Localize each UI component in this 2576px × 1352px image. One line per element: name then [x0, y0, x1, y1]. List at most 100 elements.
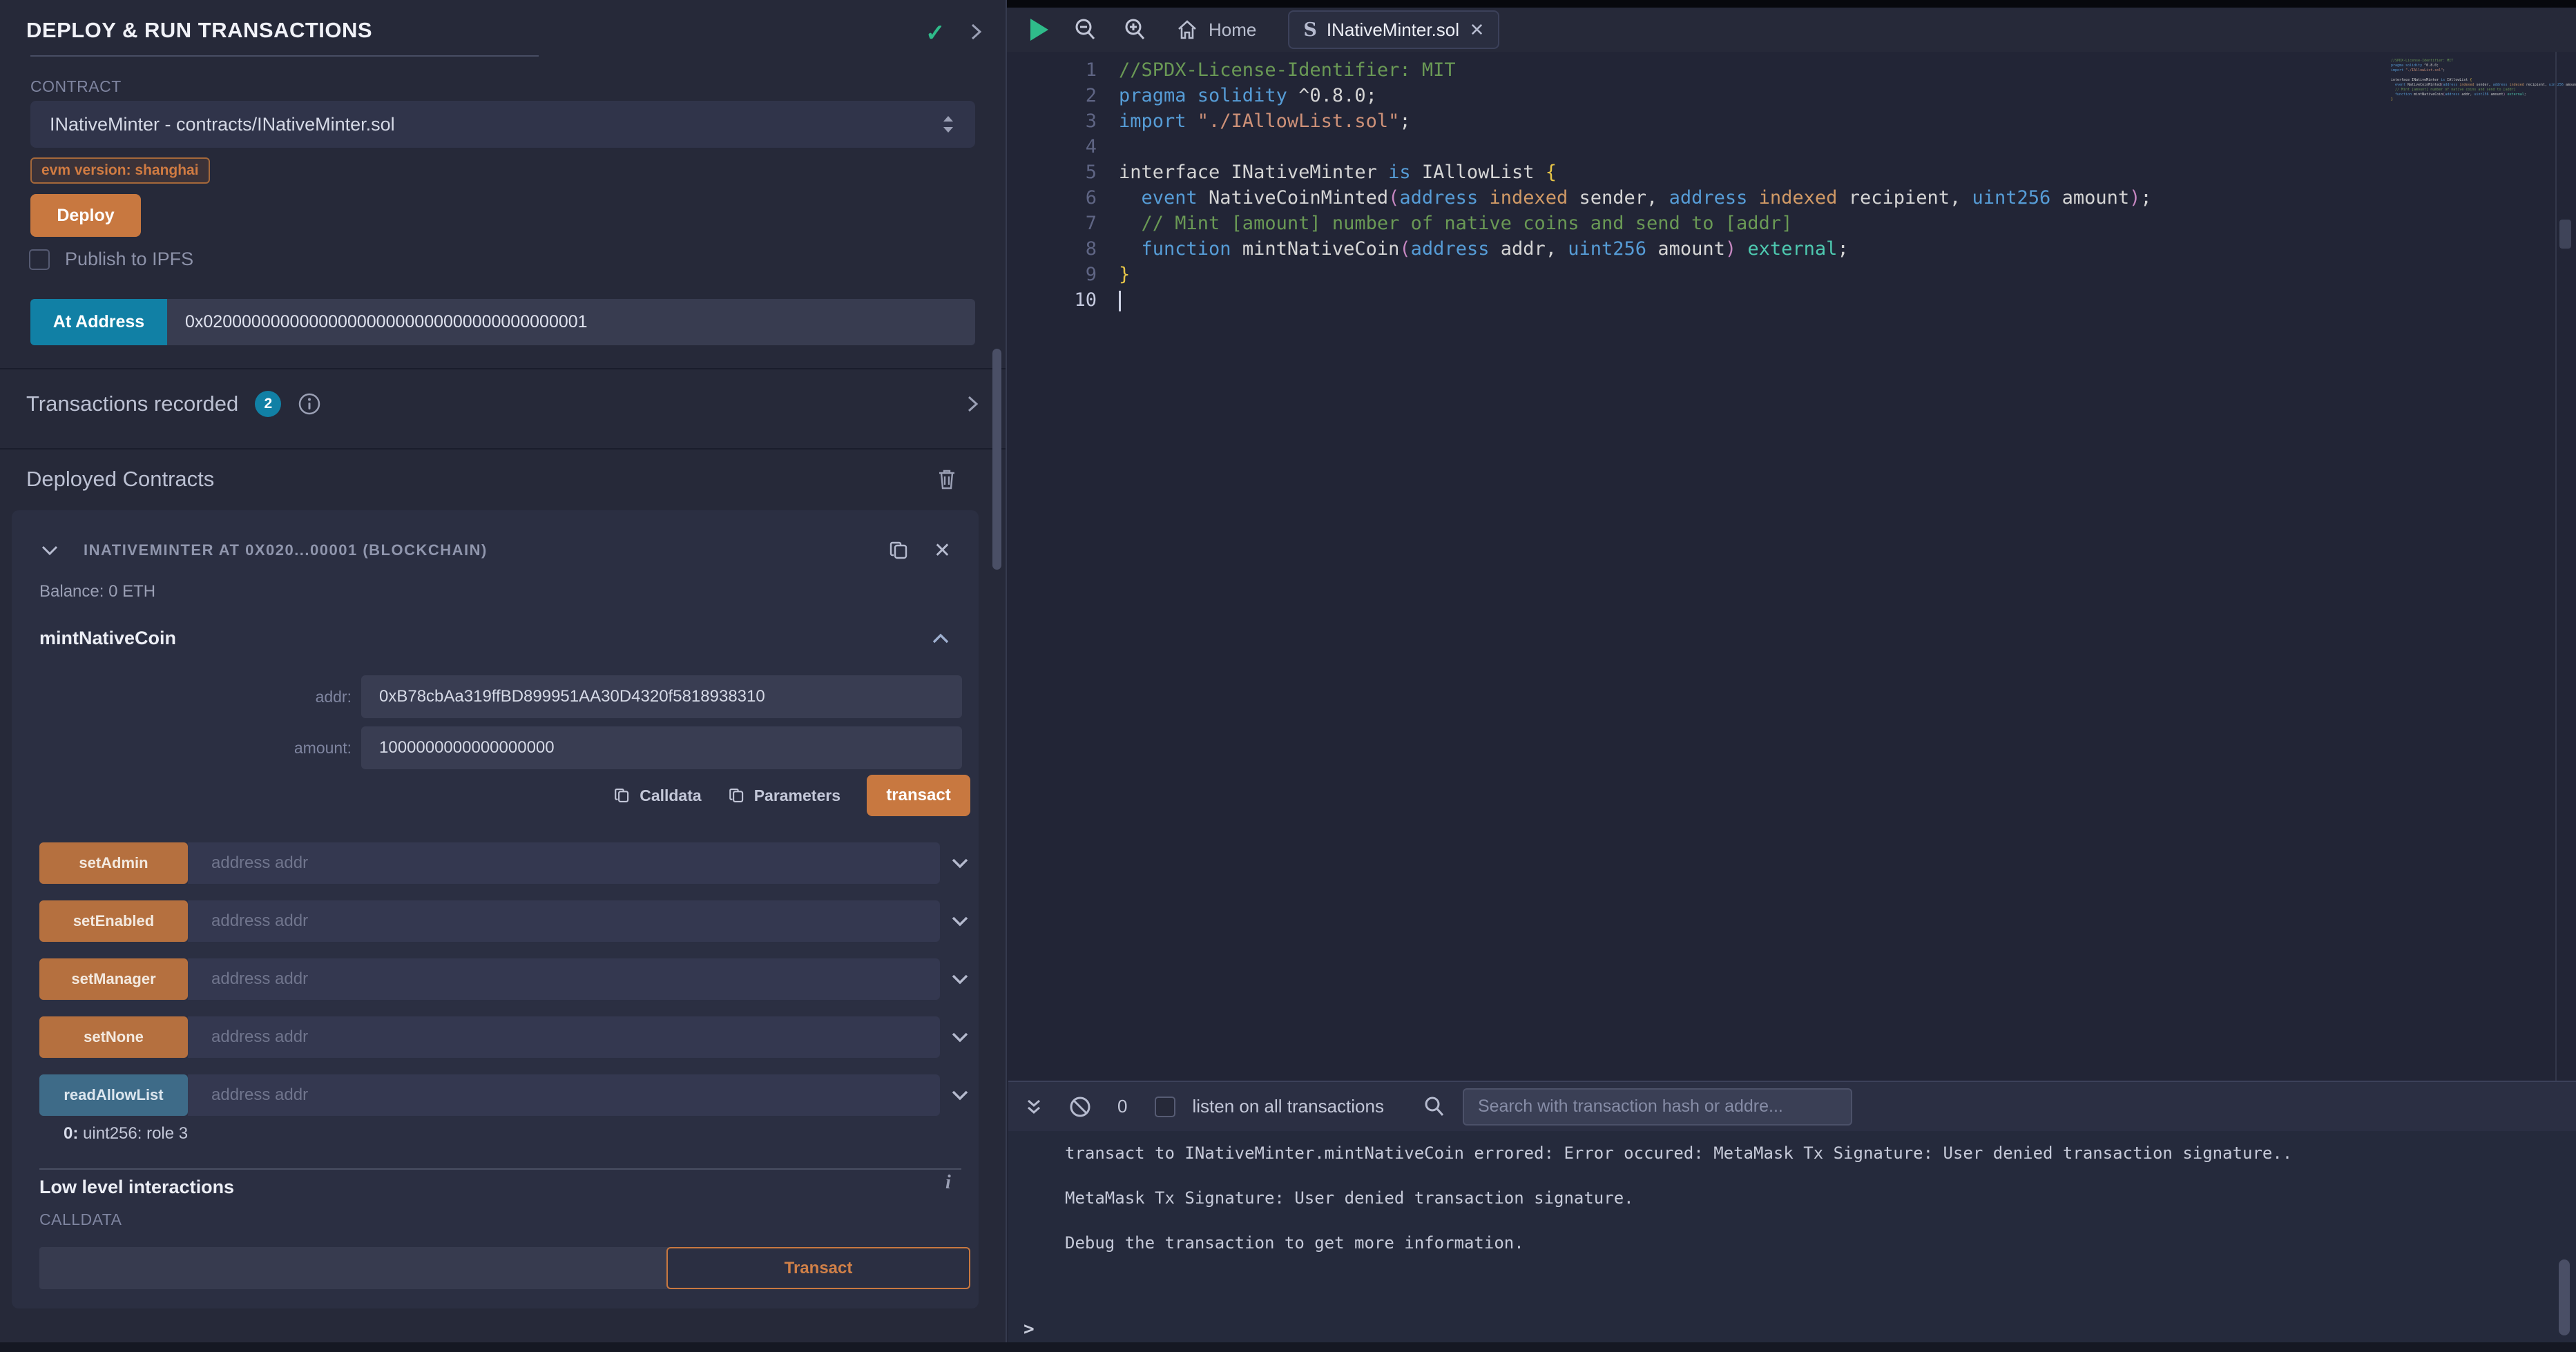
- run-script-play-icon[interactable]: [1030, 19, 1048, 41]
- open-function-header[interactable]: mintNativeCoin: [39, 628, 951, 649]
- function-readAllowList-input[interactable]: address addr: [188, 1074, 940, 1116]
- transactions-recorded-label: Transactions recorded: [26, 392, 238, 416]
- code-line: [1119, 134, 2152, 160]
- close-instance-icon[interactable]: ✕: [934, 539, 951, 563]
- function-list: setAdminaddress addrsetEnabledaddress ad…: [39, 842, 970, 1132]
- code-line: function mintNativeCoin(address addr, ui…: [1119, 236, 2152, 262]
- editor-right-divider: [2555, 52, 2557, 1081]
- chevron-up-icon[interactable]: [930, 631, 951, 646]
- chevron-down-icon[interactable]: [950, 1030, 970, 1045]
- terminal-scrollbar[interactable]: [2559, 1259, 2570, 1335]
- copy-icon[interactable]: [888, 539, 910, 562]
- deploy-run-panel: DEPLOY & RUN TRANSACTIONS ✓ CONTRACT INa…: [0, 0, 1007, 1342]
- addr-field-input[interactable]: 0xB78cbAa319ffBD899951AA30D4320f58189383…: [361, 675, 962, 718]
- code-editor[interactable]: 12345678910 //SPDX-License-Identifier: M…: [1007, 52, 2576, 1081]
- function-output: 0: uint256: role 3: [64, 1124, 188, 1143]
- terminal-tx-count: 0: [1117, 1096, 1127, 1117]
- line-number: 8: [1007, 236, 1097, 262]
- editor-minimap[interactable]: //SPDX-License-Identifier: MITpragma sol…: [2391, 59, 2543, 102]
- zoom-out-icon[interactable]: [1073, 17, 1098, 42]
- output-index: 0:: [64, 1124, 78, 1143]
- code-line: function mintNativeCoin(address addr, ui…: [2391, 93, 2543, 97]
- trash-icon[interactable]: [936, 467, 957, 491]
- transactions-expand-chevron-icon[interactable]: [964, 394, 981, 414]
- low-level-transact-button[interactable]: Transact: [666, 1247, 970, 1289]
- function-setAdmin-button[interactable]: setAdmin: [39, 842, 188, 884]
- remix-ide-window: DEPLOY & RUN TRANSACTIONS ✓ CONTRACT INa…: [0, 0, 2576, 1352]
- amount-field-input[interactable]: 1000000000000000000: [361, 726, 962, 769]
- instance-title: INATIVEMINTER AT 0X020...00001 (BLOCKCHA…: [84, 541, 488, 559]
- calldata-input[interactable]: [39, 1247, 730, 1289]
- close-tab-icon[interactable]: ✕: [1470, 19, 1485, 41]
- function-setEnabled-button[interactable]: setEnabled: [39, 900, 188, 942]
- function-setManager-button[interactable]: setManager: [39, 958, 188, 1000]
- at-address-button[interactable]: At Address: [30, 299, 167, 345]
- expand-terminal-icon[interactable]: [1023, 1095, 1044, 1119]
- function-setManager-input[interactable]: address addr: [188, 958, 940, 1000]
- line-number: 1: [1007, 57, 1097, 83]
- chevron-down-icon[interactable]: [950, 1088, 970, 1103]
- chevron-down-icon[interactable]: [950, 914, 970, 929]
- parameters-copy-button[interactable]: Parameters: [728, 786, 840, 805]
- line-numbers: 12345678910: [1007, 57, 1097, 313]
- chevron-down-icon[interactable]: [950, 972, 970, 987]
- function-setNone-button[interactable]: setNone: [39, 1016, 188, 1058]
- title-underline: [30, 55, 539, 57]
- code-line: event NativeCoinMinted(address indexed s…: [1119, 185, 2152, 211]
- low-level-divider: [39, 1168, 961, 1170]
- deployed-contracts-header: Deployed Contracts: [26, 467, 957, 492]
- line-number: 10: [1007, 287, 1097, 313]
- transact-action-row: Calldata Parameters transact: [12, 775, 970, 816]
- line-number: 6: [1007, 185, 1097, 211]
- deploy-button[interactable]: Deploy: [30, 194, 141, 237]
- code-line: event NativeCoinMinted(address indexed s…: [2391, 83, 2543, 88]
- zoom-in-icon[interactable]: [1123, 17, 1148, 42]
- editor-scrollbar[interactable]: [2559, 220, 2571, 249]
- transactions-recorded-row: Transactions recorded 2: [26, 391, 981, 417]
- contract-select[interactable]: INativeMinter - contracts/INativeMinter.…: [30, 101, 975, 148]
- code-line: pragma solidity ^0.8.0;: [2391, 64, 2543, 68]
- parameters-copy-label: Parameters: [754, 786, 840, 805]
- chevron-down-icon[interactable]: [950, 856, 970, 871]
- function-setEnabled-input[interactable]: address addr: [188, 900, 940, 942]
- editor-tabbar: Home S INativeMinter.sol ✕: [1007, 8, 2576, 52]
- info-icon: [298, 392, 321, 416]
- panel-collapse-chevron-icon[interactable]: [967, 21, 985, 43]
- calldata-copy-button[interactable]: Calldata: [613, 786, 701, 805]
- function-setNone-input[interactable]: address addr: [188, 1016, 940, 1058]
- function-readAllowList-button[interactable]: readAllowList: [39, 1074, 188, 1116]
- listen-transactions-label: listen on all transactions: [1192, 1096, 1383, 1117]
- terminal-prompt[interactable]: >: [1023, 1319, 1035, 1340]
- panel-title: DEPLOY & RUN TRANSACTIONS: [26, 18, 372, 43]
- compile-success-check-icon: ✓: [925, 19, 945, 47]
- at-address-input[interactable]: 0x02000000000000000000000000000000000000…: [167, 299, 975, 345]
- terminal-output[interactable]: transact to INativeMinter.mintNativeCoin…: [1008, 1131, 2576, 1342]
- tab-inativeminter[interactable]: S INativeMinter.sol ✕: [1288, 10, 1499, 49]
- code-line: //SPDX-License-Identifier: MIT: [1119, 57, 2152, 83]
- code-line: interface INativeMinter is IAllowList {: [2391, 78, 2543, 83]
- tab-home[interactable]: Home: [1175, 19, 1256, 41]
- text-cursor: [1119, 291, 1121, 311]
- instance-header[interactable]: INATIVEMINTER AT 0X020...00001 (BLOCKCHA…: [39, 535, 951, 566]
- chevron-down-icon[interactable]: [39, 543, 60, 558]
- terminal-search-input[interactable]: Search with transaction hash or addre...: [1463, 1088, 1852, 1126]
- at-address-row: At Address 0x020000000000000000000000000…: [30, 299, 975, 345]
- open-function-name: mintNativeCoin: [39, 628, 176, 649]
- clear-console-icon[interactable]: [1068, 1094, 1093, 1119]
- output-value: uint256: role 3: [78, 1124, 188, 1143]
- publish-ipfs-checkbox[interactable]: [29, 249, 50, 270]
- active-tab-label: INativeMinter.sol: [1327, 19, 1459, 41]
- window-bottom-strip: [0, 1342, 2576, 1352]
- amount-field-label: amount:: [12, 739, 361, 757]
- instance-balance: Balance: 0 ETH: [39, 582, 155, 601]
- code-line: //SPDX-License-Identifier: MIT: [2391, 59, 2543, 64]
- section-divider: [0, 368, 1007, 369]
- listen-transactions-checkbox[interactable]: [1155, 1097, 1175, 1117]
- transact-button[interactable]: transact: [867, 775, 970, 816]
- line-number: 2: [1007, 83, 1097, 108]
- panel-scrollbar[interactable]: [992, 349, 1001, 570]
- terminal-log-line: Debug the transaction to get more inform…: [1065, 1233, 1524, 1253]
- transactions-count-badge: 2: [255, 391, 281, 417]
- function-setAdmin-input[interactable]: address addr: [188, 842, 940, 884]
- low-level-title: Low level interactions: [39, 1177, 234, 1198]
